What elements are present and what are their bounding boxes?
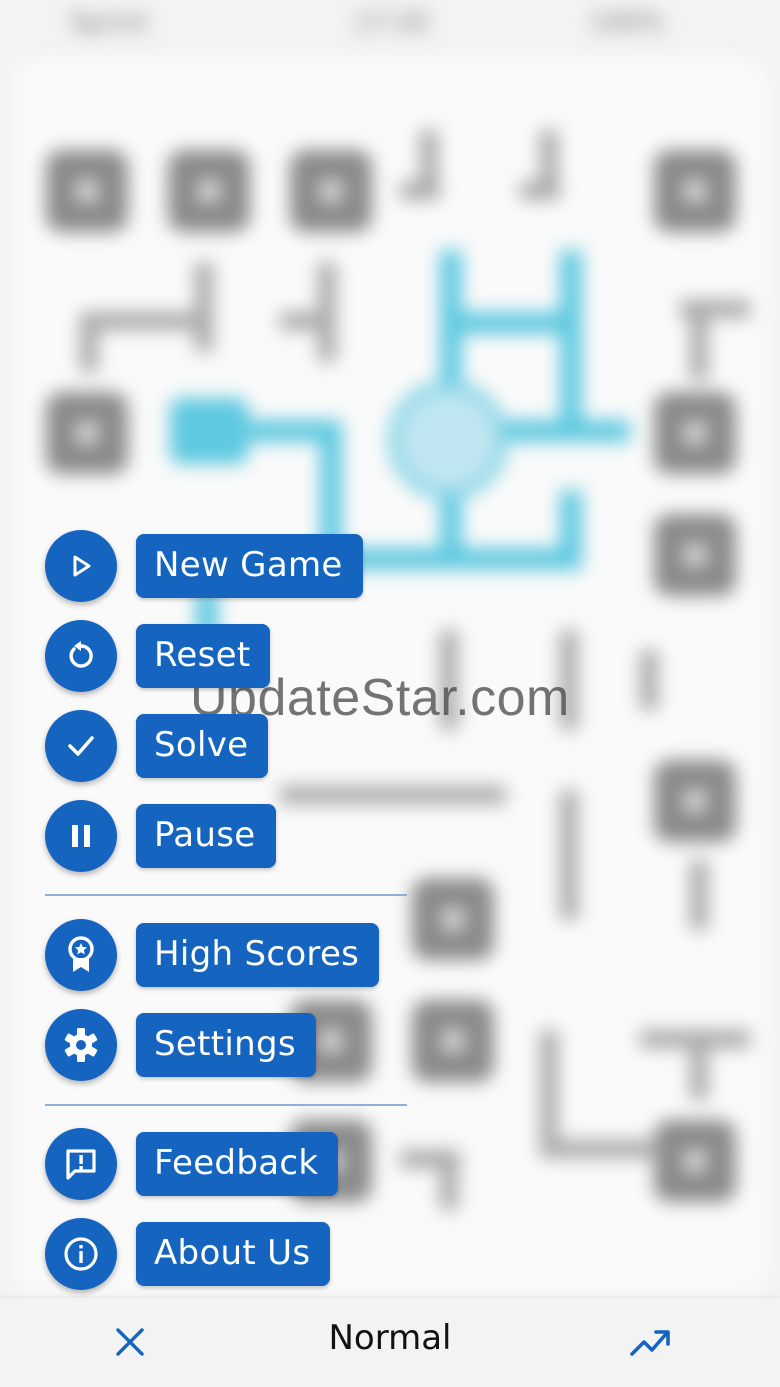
feedback-icon (66, 1149, 96, 1180)
connected-pipe (490, 420, 630, 442)
pipe-segment (440, 1150, 458, 1210)
board-tile (654, 150, 736, 232)
menu-divider (45, 894, 407, 896)
settings-button[interactable] (45, 1009, 117, 1081)
solve-button[interactable] (45, 710, 117, 782)
pipe-segment (400, 182, 440, 200)
pipe-segment (540, 1140, 660, 1158)
pipe-source-hub (388, 380, 508, 500)
pipe-segment (520, 182, 560, 200)
board-tile (168, 150, 250, 232)
pipe-segment (280, 786, 506, 804)
pipe-segment (690, 860, 708, 930)
pipe-segment (680, 300, 750, 318)
pipe-segment (195, 262, 213, 352)
pipe-segment (80, 312, 98, 372)
new-game-label[interactable]: New Game (136, 534, 363, 598)
menu-divider (45, 1104, 407, 1106)
board-tile (654, 1120, 736, 1202)
pipe-segment (690, 1030, 708, 1100)
status-carrier: Sprint (70, 8, 148, 38)
board-tile (412, 1000, 494, 1082)
gear-icon (64, 1028, 98, 1062)
settings-label[interactable]: Settings (136, 1013, 316, 1077)
feedback-button[interactable] (45, 1128, 117, 1200)
pipe-segment (540, 1030, 558, 1150)
about-us-label[interactable]: About Us (136, 1222, 331, 1286)
pause-label[interactable]: Pause (136, 804, 276, 868)
board-tile (654, 760, 736, 842)
board-tile (654, 514, 736, 596)
reset-icon (69, 641, 93, 668)
check-icon (68, 736, 94, 756)
status-battery: 100% (590, 8, 665, 38)
play-icon (73, 555, 91, 577)
pipe-segment (80, 312, 213, 330)
solve-label[interactable]: Solve (136, 714, 269, 778)
pause-button[interactable] (45, 800, 117, 872)
reset-label[interactable]: Reset (136, 624, 271, 688)
high-scores-button[interactable] (45, 919, 117, 991)
new-game-button[interactable] (45, 530, 117, 602)
pause-icon (72, 825, 90, 847)
board-tile (46, 392, 128, 474)
board-tile (654, 392, 736, 474)
feedback-label[interactable]: Feedback (136, 1132, 339, 1196)
award-icon (68, 936, 94, 972)
board-tile (46, 150, 128, 232)
board-tile (290, 150, 372, 232)
pipe-segment (560, 790, 578, 920)
status-bar: Sprint 17:20 100% (0, 0, 780, 50)
status-time: 17:20 (354, 8, 429, 38)
info-icon (64, 1237, 98, 1271)
connected-pipe (560, 250, 582, 430)
pipe-segment (280, 312, 336, 330)
pipe-segment (640, 650, 658, 710)
connected-pipe (330, 548, 582, 570)
board-tile (412, 878, 494, 960)
reset-button[interactable] (45, 620, 117, 692)
connected-pipe (170, 398, 248, 464)
connected-pipe (440, 312, 582, 334)
about-us-button[interactable] (45, 1218, 117, 1290)
high-scores-label[interactable]: High Scores (136, 923, 380, 987)
bottom-bar: Normal (0, 1298, 780, 1387)
trending-up-icon[interactable] (628, 1322, 672, 1362)
